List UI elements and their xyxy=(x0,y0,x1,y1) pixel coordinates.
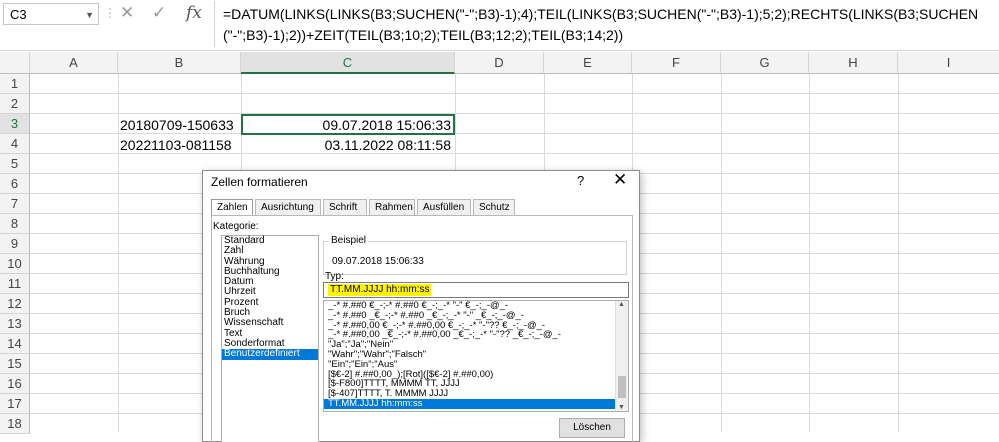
row-header-14[interactable]: 14 xyxy=(0,334,30,354)
column-header-h[interactable]: H xyxy=(809,52,898,74)
scroll-thumb[interactable] xyxy=(618,376,626,398)
row-header-15[interactable]: 15 xyxy=(0,354,30,374)
scroll-up-icon[interactable]: ▲ xyxy=(618,301,625,308)
list-item-selected[interactable]: Benutzerdefiniert xyxy=(222,348,318,360)
tab-zahlen[interactable]: Zahlen xyxy=(211,199,253,215)
format-list-scrollbar[interactable]: ▲ ▼ xyxy=(615,301,628,411)
row-header-5[interactable]: 5 xyxy=(0,154,30,174)
help-icon[interactable]: ? xyxy=(577,173,584,188)
row-header-10[interactable]: 10 xyxy=(0,254,30,274)
active-cell-border xyxy=(241,114,455,135)
row-header-11[interactable]: 11 xyxy=(0,274,30,294)
row-header-3[interactable]: 3 xyxy=(0,114,30,134)
name-box-value: C3 xyxy=(10,7,27,22)
row-header-18[interactable]: 18 xyxy=(0,414,30,434)
column-header-a[interactable]: A xyxy=(30,52,118,74)
typ-input-value: TT.MM.JJJJ hh:mm:ss xyxy=(328,284,432,296)
row-header-16[interactable]: 16 xyxy=(0,374,30,394)
row-header-8[interactable]: 8 xyxy=(0,214,30,234)
column-header-e[interactable]: E xyxy=(544,52,632,74)
format-cells-dialog: Zellen formatieren ? ✕ Zahlen Ausrichtun… xyxy=(202,170,640,442)
cell-b3[interactable]: 20180709-150633 xyxy=(120,115,240,135)
cell-b4[interactable]: 20221103-081158 xyxy=(120,135,240,155)
formula-buttons: ✕ ✓ fx xyxy=(112,3,210,27)
kategorie-label: Kategorie: xyxy=(213,221,259,232)
delete-button[interactable]: Löschen xyxy=(559,418,625,438)
beispiel-value: 09.07.2018 15:06:33 xyxy=(332,256,424,267)
tab-rahmen[interactable]: Rahmen xyxy=(369,199,415,215)
row-header-13[interactable]: 13 xyxy=(0,314,30,334)
format-list[interactable]: _-* #.##0 €_-;-* #.##0 €_-;_-* "-" €_-;_… xyxy=(323,300,629,412)
chevron-down-icon[interactable]: ▼ xyxy=(85,4,94,26)
select-all-corner[interactable] xyxy=(0,52,30,74)
kategorie-list[interactable]: Standard Zahl Währung Buchhaltung Datum … xyxy=(221,235,319,442)
row-header-2[interactable]: 2 xyxy=(0,94,30,114)
typ-input[interactable]: TT.MM.JJJJ hh:mm:ss xyxy=(323,282,629,298)
cancel-icon[interactable]: ✕ xyxy=(120,3,134,23)
list-item-selected[interactable]: TT.MM.JJJJ hh:mm:ss xyxy=(324,399,616,409)
cell-c4[interactable]: 03.11.2022 08:11:58 xyxy=(243,135,451,155)
row-header-17[interactable]: 17 xyxy=(0,394,30,414)
column-header-i[interactable]: I xyxy=(898,52,999,74)
tab-schrift[interactable]: Schrift xyxy=(323,199,367,215)
row-header-12[interactable]: 12 xyxy=(0,294,30,314)
tab-ausrichtung[interactable]: Ausrichtung xyxy=(255,199,321,215)
column-header-c[interactable]: C xyxy=(241,52,455,74)
formula-input[interactable]: =DATUM(LINKS(LINKS(B3;SUCHEN("-";B3)-1);… xyxy=(214,1,999,47)
formula-bar: C3 ▼ ⋮ ✕ ✓ fx =DATUM(LINKS(LINKS(B3;SUCH… xyxy=(0,0,999,51)
column-header-d[interactable]: D xyxy=(455,52,544,74)
row-header-1[interactable]: 1 xyxy=(0,74,30,94)
beispiel-label: Beispiel xyxy=(329,235,369,246)
tab-ausfuellen[interactable]: Ausfüllen xyxy=(417,199,471,215)
beispiel-box: 09.07.2018 15:06:33 xyxy=(323,241,627,275)
fx-icon[interactable]: fx xyxy=(186,3,202,23)
row-header-9[interactable]: 9 xyxy=(0,234,30,254)
dialog-title: Zellen formatieren xyxy=(211,175,308,189)
column-header-b[interactable]: B xyxy=(118,52,241,74)
check-icon[interactable]: ✓ xyxy=(152,3,166,23)
row-header-4[interactable]: 4 xyxy=(0,134,30,154)
row-header-7[interactable]: 7 xyxy=(0,194,30,214)
close-icon[interactable]: ✕ xyxy=(613,170,627,190)
tab-schutz[interactable]: Schutz xyxy=(473,199,515,215)
scroll-down-icon[interactable]: ▼ xyxy=(618,404,625,411)
typ-label: Typ: xyxy=(325,271,344,282)
column-header-f[interactable]: F xyxy=(632,52,721,74)
column-header-g[interactable]: G xyxy=(721,52,809,74)
row-header-6[interactable]: 6 xyxy=(0,174,30,194)
name-box[interactable]: C3 ▼ xyxy=(3,3,99,25)
